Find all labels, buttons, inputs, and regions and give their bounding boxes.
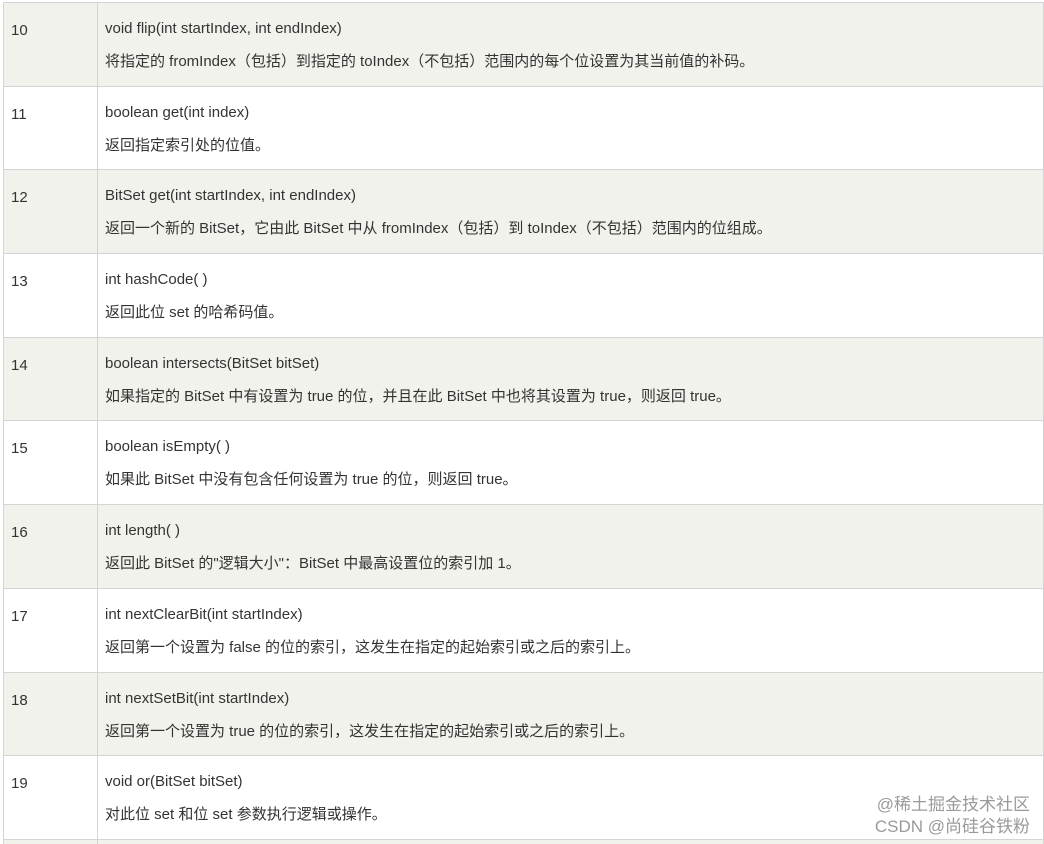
page: 10 void flip(int startIndex, int endInde…: [0, 0, 1044, 844]
table-row: 15 boolean isEmpty( ) 如果此 BitSet 中没有包含任何…: [3, 420, 1044, 506]
method-signature: boolean get(int index): [105, 103, 250, 121]
method-signature: boolean intersects(BitSet bitSet): [105, 354, 320, 372]
row-number: 12: [3, 169, 98, 255]
table-row: 18 int nextSetBit(int startIndex) 返回第一个设…: [3, 671, 1044, 757]
method-signature: int length( ): [105, 522, 181, 540]
row-number: 17: [3, 587, 98, 673]
row-number: 16: [3, 504, 98, 589]
row-number: 19: [3, 755, 98, 840]
method-cell: int hashCode( ) 返回此位 set 的哈希码值。: [97, 253, 1044, 338]
table-row: 11 boolean get(int index) 返回指定索引处的位值。: [3, 85, 1044, 171]
method-description: 返回第一个设置为 true 的位的索引，这发生在指定的起始索引或之后的索引上。: [105, 722, 635, 740]
method-description: 如果此 BitSet 中没有包含任何设置为 true 的位，则返回 true。: [105, 471, 518, 489]
method-cell: boolean intersects(BitSet bitSet) 如果指定的 …: [97, 336, 1044, 422]
row-number: 10: [3, 2, 98, 87]
watermark-csdn: CSDN @尚硅谷铁粉: [874, 817, 1030, 836]
method-signature: int nextSetBit(int startIndex): [105, 689, 290, 707]
row-number: 11: [3, 85, 98, 171]
method-description: 如果指定的 BitSet 中有设置为 true 的位，并且在此 BitSet 中…: [105, 387, 731, 405]
method-cell: boolean isEmpty( ) 如果此 BitSet 中没有包含任何设置为…: [97, 420, 1044, 506]
method-cell: int nextClearBit(int startIndex) 返回第一个设置…: [97, 587, 1044, 673]
method-signature: void or(BitSet bitSet): [105, 773, 243, 791]
watermark: @稀土掘金技术社区 CSDN @尚硅谷铁粉: [875, 794, 1030, 838]
method-signature: void flip(int startIndex, int endIndex): [105, 20, 342, 37]
method-description: 返回一个新的 BitSet，它由此 BitSet 中从 fromIndex（包括…: [105, 220, 772, 238]
watermark-juejin: @稀土掘金技术社区: [876, 795, 1030, 814]
next-row-edge: [3, 838, 1044, 844]
method-table: 10 void flip(int startIndex, int endInde…: [3, 2, 1044, 844]
table-row: 10 void flip(int startIndex, int endInde…: [3, 2, 1044, 87]
method-cell: int length( ) 返回此 BitSet 的"逻辑大小"：BitSet …: [97, 504, 1044, 589]
row-number: 14: [3, 336, 98, 422]
method-signature: int nextClearBit(int startIndex): [105, 605, 303, 623]
table-row: 17 int nextClearBit(int startIndex) 返回第一…: [3, 587, 1044, 673]
method-signature: int hashCode( ): [105, 271, 208, 289]
table-row: 12 BitSet get(int startIndex, int endInd…: [3, 169, 1044, 255]
row-number: 15: [3, 420, 98, 506]
method-signature: BitSet get(int startIndex, int endIndex): [105, 187, 356, 205]
method-cell: boolean get(int index) 返回指定索引处的位值。: [97, 85, 1044, 171]
table-row: 13 int hashCode( ) 返回此位 set 的哈希码值。: [3, 253, 1044, 338]
method-description: 返回此 BitSet 的"逻辑大小"：BitSet 中最高设置位的索引加 1。: [105, 555, 521, 573]
method-description: 返回指定索引处的位值。: [105, 136, 271, 154]
method-description: 返回此位 set 的哈希码值。: [105, 304, 284, 322]
table-row: 16 int length( ) 返回此 BitSet 的"逻辑大小"：BitS…: [3, 504, 1044, 589]
method-signature: boolean isEmpty( ): [105, 438, 231, 456]
next-row-edge-cell: [97, 838, 1044, 844]
method-cell: void flip(int startIndex, int endIndex) …: [97, 2, 1044, 87]
method-cell: BitSet get(int startIndex, int endIndex)…: [97, 169, 1044, 255]
method-description: 将指定的 fromIndex（包括）到指定的 toIndex（不包括）范围内的每…: [105, 53, 755, 70]
table-row: 14 boolean intersects(BitSet bitSet) 如果指…: [3, 336, 1044, 422]
row-number: 13: [3, 253, 98, 338]
method-description: 返回第一个设置为 false 的位的索引，这发生在指定的起始索引或之后的索引上。: [105, 638, 641, 656]
next-row-edge-cell: [3, 838, 98, 844]
row-number: 18: [3, 671, 98, 757]
method-cell: int nextSetBit(int startIndex) 返回第一个设置为 …: [97, 671, 1044, 757]
